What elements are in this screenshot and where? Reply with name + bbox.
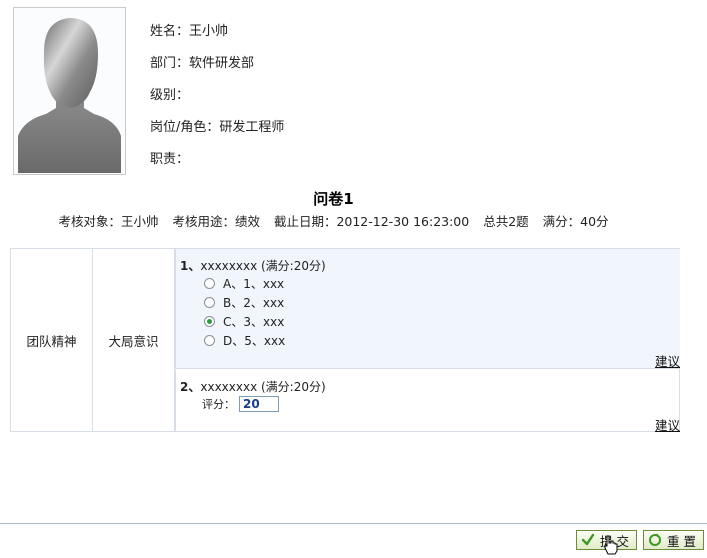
survey-target: 考核对象：王小帅	[58, 214, 159, 229]
survey-deadline: 截止日期：2012-12-30 16:23:00	[273, 214, 470, 229]
question-1-number: 1、	[180, 259, 201, 273]
survey-meta: 考核对象：王小帅 考核用途：绩效 截止日期：2012-12-30 16:23:0…	[0, 211, 667, 230]
reset-button-label: 重 置	[667, 533, 696, 549]
suggest-link-2[interactable]: 建议	[655, 415, 680, 434]
score-row: 评分：	[202, 396, 279, 412]
survey-full-score: 满分：40分	[542, 214, 609, 229]
question-table: 团队精神 大局意识 1、xxxxxxxx (满分:20分) A、1、xxx B、…	[10, 248, 680, 434]
profile-name: 姓名：王小帅	[150, 24, 229, 39]
radio-option-c[interactable]	[204, 316, 215, 327]
category-cell: 团队精神	[11, 249, 93, 431]
profile-department: 部门：软件研发部	[150, 56, 255, 71]
option-a[interactable]: A、1、xxx	[204, 275, 284, 292]
question-1-header: 1、xxxxxxxx (满分:20分)	[180, 257, 326, 274]
question-1-text: xxxxxxxx (满分:20分)	[200, 259, 326, 273]
survey-purpose: 考核用途：绩效	[172, 214, 260, 229]
reset-button[interactable]: 重 置	[643, 530, 704, 550]
profile-level: 级别：	[150, 88, 190, 103]
question-2-header: 2、xxxxxxxx (满分:20分)	[180, 378, 326, 395]
score-label: 评分：	[202, 398, 235, 411]
checkmark-icon	[581, 533, 595, 546]
footer-divider	[0, 523, 707, 524]
subcategory-cell: 大局意识	[93, 249, 175, 431]
score-input[interactable]	[239, 396, 279, 412]
radio-option-a[interactable]	[204, 278, 215, 289]
radio-option-b[interactable]	[204, 297, 215, 308]
option-d-label: D、5、xxx	[223, 334, 286, 348]
option-b-label: B、2、xxx	[223, 296, 285, 310]
option-a-label: A、1、xxx	[223, 277, 285, 291]
suggest-link-1[interactable]: 建议	[655, 351, 680, 370]
option-d[interactable]: D、5、xxx	[204, 332, 285, 349]
radio-option-d[interactable]	[204, 335, 215, 346]
option-c[interactable]: C、3、xxx	[204, 313, 284, 330]
survey-total: 总共2题	[483, 214, 529, 229]
option-c-label: C、3、xxx	[223, 315, 285, 329]
person-silhouette-icon	[18, 18, 121, 173]
option-b[interactable]: B、2、xxx	[204, 294, 284, 311]
question-2-text: xxxxxxxx (满分:20分)	[200, 380, 326, 394]
survey-title: 问卷1	[313, 190, 354, 208]
question-2-number: 2、	[180, 380, 201, 394]
profile-position: 岗位/角色：研发工程师	[150, 120, 285, 135]
avatar-photo	[13, 7, 126, 175]
hand-cursor-icon	[604, 535, 618, 555]
reset-icon	[649, 533, 661, 546]
profile-duty: 职责：	[150, 152, 190, 167]
question-1: 1、xxxxxxxx (满分:20分) A、1、xxx B、2、xxx C、3、…	[175, 249, 680, 369]
question-2: 2、xxxxxxxx (满分:20分) 评分： 建议	[175, 370, 680, 434]
